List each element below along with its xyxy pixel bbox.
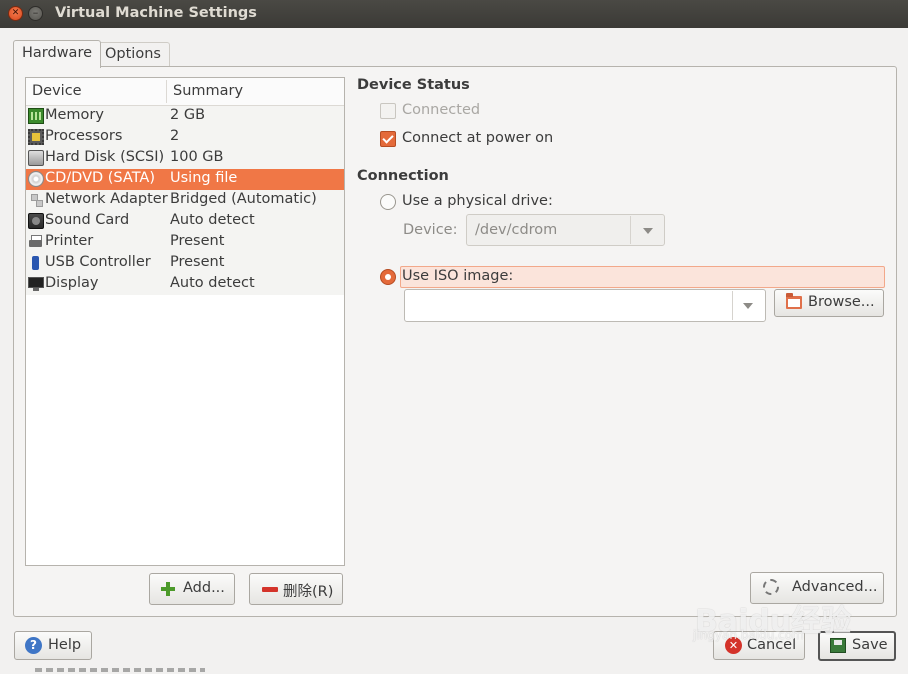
device-summary: 2 <box>170 128 180 144</box>
browse-label: Browse... <box>808 294 875 310</box>
connected-checkbox[interactable] <box>380 103 396 119</box>
cd-dvd-icon <box>28 171 44 187</box>
device-name: Hard Disk (SCSI) <box>45 149 165 165</box>
add-device-label: Add... <box>183 580 225 596</box>
device-status-heading: Device Status <box>357 77 470 93</box>
help-label: Help <box>48 637 82 653</box>
device-label: Device: <box>403 222 458 238</box>
browse-button[interactable]: Browse... <box>774 289 884 317</box>
device-list[interactable]: Device Summary Memory 2 GB Processors 2 … <box>25 77 345 566</box>
device-select-value: /dev/cdrom <box>475 222 558 238</box>
window-title: Virtual Machine Settings <box>55 5 257 21</box>
usb-icon <box>28 255 44 271</box>
device-summary: Present <box>170 254 225 270</box>
hard-disk-icon <box>28 150 44 166</box>
tab-options[interactable]: Options <box>96 42 170 67</box>
device-summary: Auto detect <box>170 212 255 228</box>
remove-device-label: 删除(R) <box>283 584 334 600</box>
chevron-down-icon <box>643 228 653 234</box>
iso-path-combo[interactable] <box>404 289 766 322</box>
sound-card-icon <box>28 213 44 229</box>
device-name: Display <box>45 275 99 291</box>
printer-icon <box>28 234 44 250</box>
save-icon <box>830 638 846 653</box>
device-name: CD/DVD (SATA) <box>45 170 156 186</box>
device-summary: Bridged (Automatic) <box>170 191 317 207</box>
display-icon <box>28 276 44 292</box>
save-label: Save <box>852 637 888 653</box>
device-name: Network Adapter <box>45 191 168 207</box>
combo-divider <box>630 216 631 244</box>
device-summary: Using file <box>170 170 238 186</box>
device-row-sound-card[interactable]: Sound Card Auto detect <box>26 211 344 232</box>
chevron-down-icon[interactable] <box>743 303 753 309</box>
advanced-label: Advanced... <box>792 579 878 595</box>
device-row-processors[interactable]: Processors 2 <box>26 127 344 148</box>
device-row-memory[interactable]: Memory 2 GB <box>26 106 344 127</box>
minimize-window-icon[interactable] <box>28 6 43 21</box>
iso-image-label[interactable]: Use ISO image: <box>402 268 513 284</box>
tab-hardware[interactable]: Hardware <box>13 40 102 68</box>
connection-heading: Connection <box>357 168 449 184</box>
device-row-cd-dvd[interactable]: CD/DVD (SATA) Using file <box>26 169 344 190</box>
device-row-hard-disk[interactable]: Hard Disk (SCSI) 100 GB <box>26 148 344 169</box>
settings-icon <box>763 579 779 595</box>
watermark-url: jingyan.baidu.com <box>693 628 804 642</box>
list-header: Device Summary <box>26 78 344 106</box>
column-divider <box>166 80 167 103</box>
remove-device-button[interactable]: 删除(R) <box>249 573 343 605</box>
device-summary: 100 GB <box>170 149 224 165</box>
column-header-summary[interactable]: Summary <box>173 83 243 99</box>
device-name: Sound Card <box>45 212 130 228</box>
column-header-device[interactable]: Device <box>32 83 82 99</box>
device-row-printer[interactable]: Printer Present <box>26 232 344 253</box>
device-name: USB Controller <box>45 254 151 270</box>
device-row-usb-controller[interactable]: USB Controller Present <box>26 253 344 274</box>
device-name: Memory <box>45 107 104 123</box>
device-name: Processors <box>45 128 123 144</box>
connected-label: Connected <box>402 102 481 118</box>
help-button[interactable]: ? Help <box>14 631 92 660</box>
physical-drive-label[interactable]: Use a physical drive: <box>402 193 553 209</box>
device-summary: Auto detect <box>170 275 255 291</box>
device-row-display[interactable]: Display Auto detect <box>26 274 344 295</box>
background-window-edge <box>35 666 205 674</box>
device-summary: 2 GB <box>170 107 206 123</box>
device-name: Printer <box>45 233 94 249</box>
folder-icon <box>786 293 802 309</box>
minus-icon <box>262 587 278 592</box>
close-window-icon[interactable] <box>8 6 23 21</box>
network-adapter-icon <box>28 192 44 208</box>
help-icon: ? <box>25 637 42 654</box>
combo-divider <box>732 291 733 320</box>
iso-image-radio[interactable] <box>380 269 396 285</box>
processor-icon <box>28 129 44 145</box>
connect-at-power-on-label[interactable]: Connect at power on <box>402 130 553 146</box>
device-summary: Present <box>170 233 225 249</box>
plus-icon <box>161 582 175 596</box>
physical-drive-radio[interactable] <box>380 194 396 210</box>
device-row-network-adapter[interactable]: Network Adapter Bridged (Automatic) <box>26 190 344 211</box>
device-select[interactable]: /dev/cdrom <box>466 214 665 246</box>
add-device-button[interactable]: Add... <box>149 573 235 605</box>
title-bar: Virtual Machine Settings <box>0 0 908 28</box>
connect-at-power-on-checkbox[interactable] <box>380 131 396 147</box>
memory-icon <box>28 108 44 124</box>
